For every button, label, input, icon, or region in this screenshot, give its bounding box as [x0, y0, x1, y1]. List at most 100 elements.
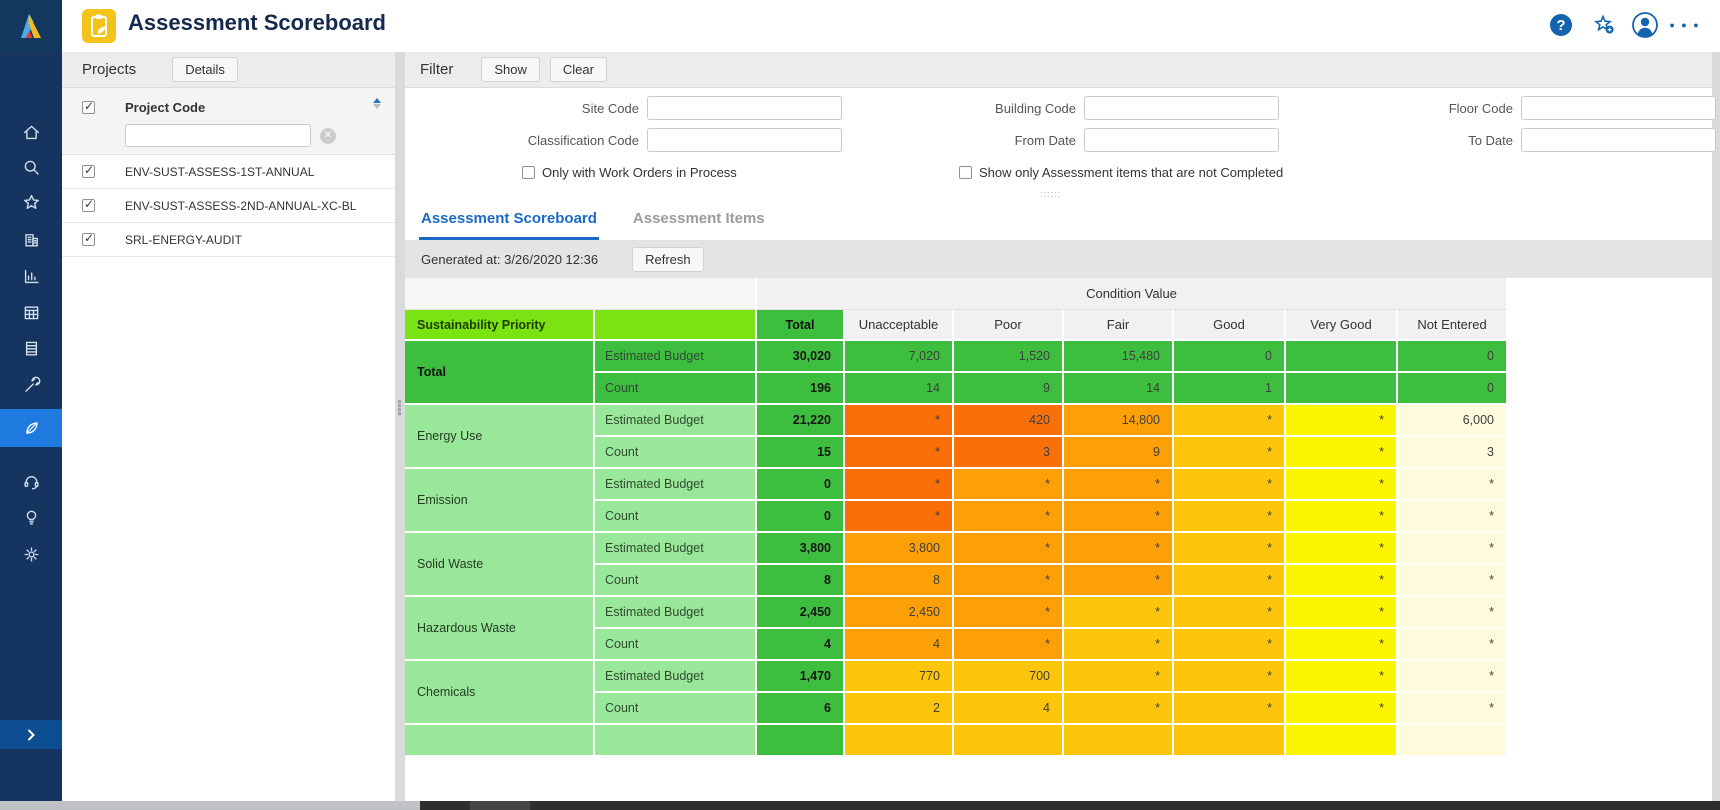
- add-favorite-icon[interactable]: [1589, 10, 1619, 40]
- condition-value-cell: 4: [954, 693, 1064, 725]
- sidebar-item-data-tables[interactable]: [0, 329, 62, 367]
- archibus-logo-icon: [13, 8, 49, 44]
- condition-column-header: Poor: [954, 310, 1064, 341]
- sidebar-item-favorites[interactable]: [0, 183, 62, 221]
- condition-value-cell: *: [1174, 661, 1286, 693]
- condition-value-cell: [1286, 341, 1398, 373]
- project-code-value: ENV-SUST-ASSESS-2ND-ANNUAL-XC-BL: [125, 199, 356, 213]
- sidebar-item-home[interactable]: [0, 113, 62, 151]
- sidebar-item-sustainability[interactable]: [0, 409, 62, 447]
- condition-value-cell: *: [1064, 693, 1174, 725]
- condition-value-cell: *: [1286, 661, 1398, 693]
- select-all-checkbox[interactable]: [82, 101, 95, 114]
- archibus-logo[interactable]: [0, 0, 62, 52]
- user-glyph: [1631, 11, 1659, 39]
- total-value-cell: 0: [757, 469, 845, 501]
- metric-cell: Estimated Budget: [595, 341, 757, 373]
- clear-filter-icon[interactable]: ✕: [320, 128, 336, 144]
- filter-field-input[interactable]: [1521, 128, 1716, 152]
- projects-subheader: Project Code ✕: [62, 88, 395, 155]
- condition-value-cell: *: [1174, 501, 1286, 533]
- bottom-scrollbar-thumb[interactable]: [0, 801, 420, 810]
- refresh-button[interactable]: Refresh: [632, 247, 704, 272]
- filter-field-input[interactable]: [1521, 96, 1716, 120]
- chevron-right-icon: [22, 726, 40, 744]
- help-icon[interactable]: ?: [1546, 10, 1576, 40]
- project-code-filter-input[interactable]: [125, 124, 311, 147]
- sidebar-item-settings[interactable]: [0, 535, 62, 573]
- filter-field-input[interactable]: [647, 128, 842, 152]
- bottom-bar-segment: [470, 801, 530, 810]
- sidebar-item-buildings[interactable]: [0, 220, 62, 258]
- reports-icon: [22, 267, 41, 286]
- partial-cell: [1286, 725, 1398, 757]
- project-row[interactable]: SRL-ENERGY-AUDIT: [62, 223, 395, 257]
- panel-resize-handle[interactable]: ●●●●: [396, 400, 403, 434]
- filter-field-label: From Date: [842, 133, 1084, 148]
- sidebar-item-maintenance[interactable]: [0, 366, 62, 404]
- settings-icon: [22, 545, 41, 564]
- project-row[interactable]: ENV-SUST-ASSESS-2ND-ANNUAL-XC-BL: [62, 189, 395, 223]
- sidebar-expand-button[interactable]: [0, 720, 62, 749]
- partial-cell: [405, 725, 595, 757]
- filter-field-input[interactable]: [1084, 96, 1279, 120]
- main-panel: Filter Show Clear Site Code Classificati…: [405, 52, 1712, 801]
- condition-value-cell: *: [1064, 597, 1174, 629]
- condition-value-cell: *: [1064, 469, 1174, 501]
- sidebar-item-reports[interactable]: [0, 257, 62, 295]
- tab-assessment-scoreboard[interactable]: Assessment Scoreboard: [419, 204, 599, 240]
- condition-value-cell: *: [1286, 501, 1398, 533]
- condition-value-cell: *: [1174, 597, 1286, 629]
- metric-cell: Estimated Budget: [595, 469, 757, 501]
- filter-field-label: Building Code: [842, 101, 1084, 116]
- project-code-column-header[interactable]: Project Code: [125, 100, 205, 115]
- user-icon[interactable]: [1630, 10, 1660, 40]
- section-drag-handle[interactable]: ::::::: [1040, 189, 1061, 199]
- project-checkbox[interactable]: [82, 233, 95, 246]
- clear-button[interactable]: Clear: [550, 57, 607, 82]
- filter-field-input[interactable]: [1084, 128, 1279, 152]
- total-value-cell: 8: [757, 565, 845, 597]
- condition-value-cell: *: [1398, 469, 1508, 501]
- more-icon[interactable]: ● ● ●: [1670, 10, 1700, 40]
- project-checkbox[interactable]: [82, 199, 95, 212]
- condition-value-cell: *: [1398, 533, 1508, 565]
- condition-value-cell: *: [1064, 565, 1174, 597]
- filter-checkbox[interactable]: [959, 166, 972, 179]
- condition-value-cell: 3: [954, 437, 1064, 469]
- sidebar-item-search[interactable]: [0, 148, 62, 186]
- metric-cell: Count: [595, 373, 757, 405]
- sort-icon[interactable]: [373, 97, 383, 110]
- partial-cell: [757, 725, 845, 757]
- page-title: Assessment Scoreboard: [128, 10, 386, 36]
- star-plus-glyph: [1592, 13, 1616, 37]
- sort-desc-arrow: [373, 104, 381, 109]
- condition-value-cell: 2,450: [845, 597, 954, 629]
- project-checkbox[interactable]: [82, 165, 95, 178]
- details-button[interactable]: Details: [172, 57, 238, 82]
- filter-checkbox[interactable]: [522, 166, 535, 179]
- total-value-cell: 2,450: [757, 597, 845, 629]
- partial-cell: [845, 725, 954, 757]
- show-button[interactable]: Show: [481, 57, 540, 82]
- filter-field-input[interactable]: [647, 96, 842, 120]
- condition-value-cell: *: [1286, 405, 1398, 437]
- partial-cell: [1174, 725, 1286, 757]
- total-value-cell: 21,220: [757, 405, 845, 437]
- metric-cell: Estimated Budget: [595, 661, 757, 693]
- condition-value-cell: *: [1064, 501, 1174, 533]
- tab-assessment-items[interactable]: Assessment Items: [631, 204, 767, 240]
- filter-column: Building Code From Date Show only Assess…: [842, 88, 1279, 182]
- sidebar-item-ideas[interactable]: [0, 498, 62, 536]
- condition-value-cell: 700: [954, 661, 1064, 693]
- project-row[interactable]: ENV-SUST-ASSESS-1ST-ANNUAL: [62, 155, 395, 189]
- header-spacer-cell: [405, 278, 757, 310]
- condition-column-header: Unacceptable: [845, 310, 954, 341]
- condition-value-cell: *: [1064, 629, 1174, 661]
- ideas-icon: [22, 508, 41, 527]
- sidebar-item-support[interactable]: [0, 462, 62, 500]
- filter-column: Site Code Classification Code Only with …: [405, 88, 842, 182]
- home-icon: [22, 123, 41, 142]
- sidebar-item-planning[interactable]: [0, 293, 62, 331]
- project-code-header-row: Project Code: [62, 95, 395, 119]
